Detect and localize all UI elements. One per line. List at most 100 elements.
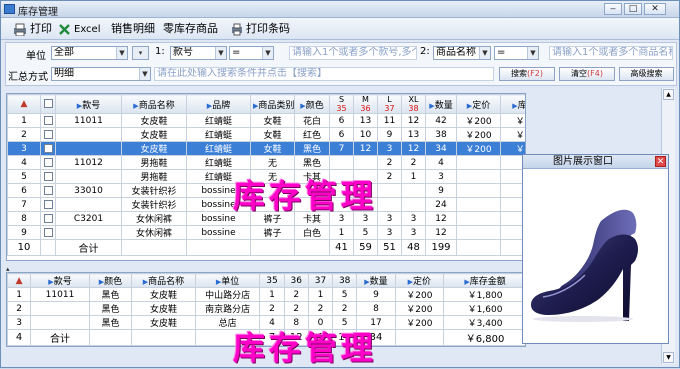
row-checkbox[interactable] xyxy=(40,211,56,226)
cell-unit: 南京路分店 xyxy=(194,301,261,316)
row-number: 4 xyxy=(7,155,41,170)
table-row[interactable]: 9 女休闲裤 bossine 裤子 白色 1 5 3 3 12 xyxy=(7,225,525,240)
row-checkbox[interactable] xyxy=(40,183,56,198)
cell-m: 12 xyxy=(353,141,378,156)
column-header-brand[interactable]: ▶品牌 xyxy=(186,94,251,114)
size-l-number: 37 xyxy=(384,104,395,113)
store-column-header-style[interactable]: ▶款号 xyxy=(30,273,90,288)
table-row[interactable]: 2 黑色 女皮鞋 南京路分店 2 2 2 2 8 ￥200 ￥1,600 xyxy=(7,301,525,316)
cell-s37: 2 xyxy=(307,301,334,316)
row-checkbox[interactable] xyxy=(40,197,56,212)
cell-m: 13 xyxy=(353,113,378,128)
image-preview-window[interactable]: 图片展示窗口 ✕ xyxy=(522,154,669,344)
column-header-amount[interactable]: ▶库存金额 xyxy=(500,94,525,114)
advanced-search-button[interactable]: 高级搜索 xyxy=(619,67,674,81)
store-column-header-qty[interactable]: ▶数量 xyxy=(356,273,396,288)
close-button[interactable]: ✕ xyxy=(644,3,666,15)
clear-button-label: 清空 xyxy=(571,69,588,78)
condition1-value-input[interactable]: 请输入1个或者多个款号,多个 xyxy=(289,46,417,60)
cell-qty: 9 xyxy=(425,183,457,198)
condition1-field-select[interactable]: 款号 ▼ xyxy=(170,46,227,60)
zero-stock-button[interactable]: 零库存商品 xyxy=(163,21,218,37)
image-preview-close-button[interactable]: ✕ xyxy=(655,156,666,167)
store-column-header-unit[interactable]: ▶单位 xyxy=(194,273,261,288)
select-all-checkbox[interactable] xyxy=(40,94,56,114)
table-row[interactable]: 2 女皮鞋红蜻蜓女鞋红色61091338￥200￥7,600 xyxy=(7,127,525,142)
cell-price: ￥200 xyxy=(394,301,445,316)
row-number: 5 xyxy=(7,169,41,184)
condition2-field-select[interactable]: 商品名称 ▼ xyxy=(433,46,491,60)
shoe-shadow xyxy=(533,316,633,322)
cell-name: 女皮鞋 xyxy=(131,287,196,302)
minimize-button[interactable]: ‒ xyxy=(604,3,622,15)
store-column-header-color[interactable]: ▶颜色 xyxy=(88,273,133,288)
row-checkbox[interactable] xyxy=(40,113,56,128)
store-column-header-36[interactable]: 36 xyxy=(283,273,309,288)
scroll-down-icon[interactable]: ▼ xyxy=(663,352,674,363)
search-button[interactable]: 搜索(F2) xyxy=(499,67,555,81)
store-column-header-amount[interactable]: ▶库存金额 xyxy=(443,273,525,288)
cell-style: C3201 xyxy=(55,211,122,226)
table-total-row[interactable]: 10 合计 41 59 51 48 199 xyxy=(7,239,525,256)
column-header-color[interactable]: ▶颜色 xyxy=(294,94,330,114)
cell-price: ￥200 xyxy=(456,141,501,156)
table-row[interactable]: 3女皮鞋红蜻蜓女鞋黑色71231234￥200￥6,800 xyxy=(7,141,525,156)
sales-detail-button[interactable]: 销售明细 xyxy=(111,21,155,37)
store-column-header-price[interactable]: ▶定价 xyxy=(394,273,445,288)
row-checkbox[interactable] xyxy=(40,225,56,240)
scroll-up-icon[interactable]: ▲ xyxy=(663,89,674,100)
grid-splitter[interactable]: ▴▾ xyxy=(6,265,526,281)
clear-button[interactable]: 清空(F4) xyxy=(559,67,615,81)
cell-l: 51 xyxy=(377,239,402,256)
column-header-qty[interactable]: ▶数量 xyxy=(425,94,457,114)
unit-select[interactable]: 全部 ▼ xyxy=(51,46,128,60)
store-header-style-label: 款号 xyxy=(53,277,72,287)
table-row[interactable]: 1 11011女皮鞋红蜻蜓女鞋花白613111242￥200￥8,400 xyxy=(7,113,525,128)
store-column-header-37[interactable]: 37 xyxy=(307,273,334,288)
store-row-number-header[interactable]: ▲ xyxy=(7,273,32,288)
summary-mode-select[interactable]: 明细 ▼ xyxy=(51,67,151,81)
row-number-header[interactable]: ▲ xyxy=(7,94,41,114)
column-header-style[interactable]: ▶款号 xyxy=(55,94,122,114)
column-header-name[interactable]: ▶商品名称 xyxy=(121,94,187,114)
row-checkbox[interactable] xyxy=(40,155,56,170)
condition1-operator-select[interactable]: = ▼ xyxy=(229,46,274,60)
column-header-size-m[interactable]: M 36 xyxy=(353,94,378,114)
cell-xl: 3 xyxy=(401,211,426,226)
maximize-button[interactable]: □ xyxy=(624,3,642,15)
row-checkbox[interactable] xyxy=(40,169,56,184)
column-header-size-s[interactable]: S 35 xyxy=(329,94,354,114)
condition2-value-input[interactable]: 请输入1个或者多个商品名称 xyxy=(549,46,673,60)
excel-label: Excel xyxy=(74,24,101,35)
unit-extra-select[interactable]: ▾ xyxy=(132,46,149,60)
search-condition-input[interactable]: 请在此处输入搜索条件并点击【搜索】 xyxy=(154,67,494,81)
size-xl-number: 38 xyxy=(408,104,419,113)
cell-price: ￥200 xyxy=(394,287,445,302)
column-header-size-l[interactable]: L 37 xyxy=(377,94,402,114)
store-column-header-name[interactable]: ▶商品名称 xyxy=(131,273,196,288)
column-header-category[interactable]: ▶商品类别 xyxy=(250,94,295,114)
column-header-category-label: 商品类别 xyxy=(258,100,295,111)
row-checkbox[interactable] xyxy=(40,127,56,142)
column-header-size-xl[interactable]: XL 38 xyxy=(401,94,426,114)
table-row[interactable]: 4 11012 男拖鞋 红蜻蜓无黑色 2 2 4 xyxy=(7,155,525,170)
row-checkbox[interactable] xyxy=(40,239,56,256)
column-header-price[interactable]: ▶定价 xyxy=(456,94,501,114)
store-column-header-38[interactable]: 38 xyxy=(332,273,358,288)
condition2-operator-select[interactable]: = ▼ xyxy=(494,46,539,60)
cell-qty: 9 xyxy=(356,287,396,302)
print-button[interactable]: 打印 xyxy=(13,21,52,37)
row-checkbox[interactable] xyxy=(40,141,56,156)
cell-l: 3 xyxy=(377,211,402,226)
excel-button[interactable]: Excel xyxy=(58,21,101,37)
cell-style xyxy=(55,141,122,156)
cell-color: 黑色 xyxy=(88,301,133,316)
print-barcode-button[interactable]: 打印条码 xyxy=(231,21,290,37)
cell-category: 女鞋 xyxy=(250,113,295,128)
store-column-header-35[interactable]: 35 xyxy=(259,273,285,288)
chevron-down-icon: ▼ xyxy=(479,47,490,59)
cell-name: 女皮鞋 xyxy=(121,113,187,128)
search-shortcut: (F2) xyxy=(527,69,543,78)
table-row[interactable]: 1 11011 黑色 女皮鞋 中山路分店 1 2 1 5 9 ￥200 ￥1,800 xyxy=(7,287,525,302)
condition2-index: 2: xyxy=(420,46,430,57)
